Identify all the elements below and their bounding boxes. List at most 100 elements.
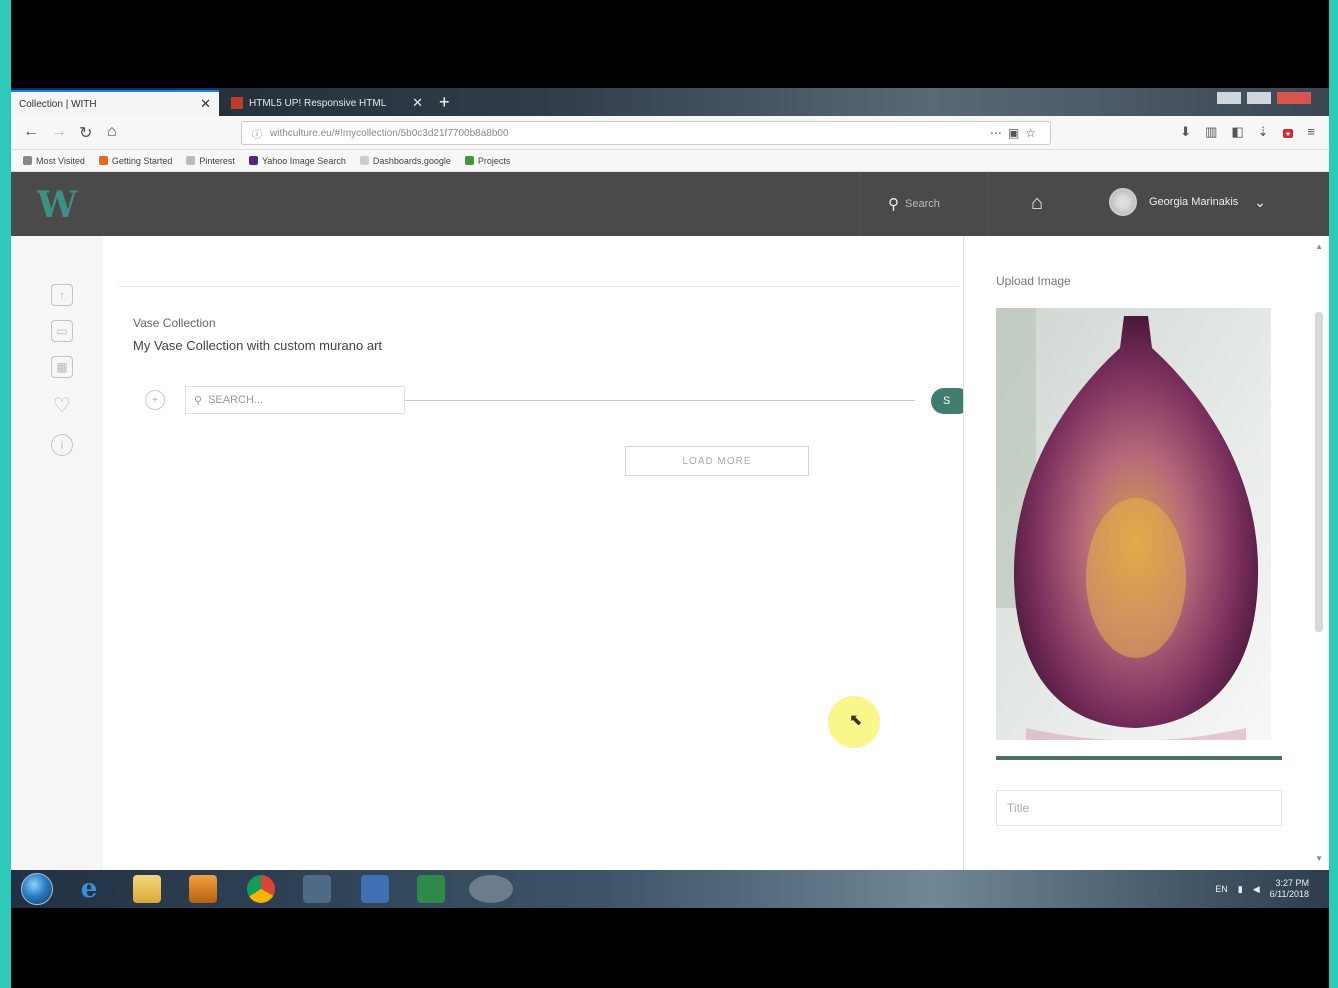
bookmark-label: Projects — [477, 155, 511, 166]
sidebar-item-upload-icon[interactable]: ↑ — [51, 284, 73, 306]
search-placeholder: SEARCH... — [208, 394, 264, 406]
extension-icon[interactable]: ⇣ — [1258, 124, 1269, 140]
library-icon[interactable]: ▥ — [1205, 124, 1217, 140]
bookmark-item[interactable]: Most Visited — [23, 156, 85, 166]
sidebar-icon[interactable]: ◧ — [1231, 124, 1243, 140]
sidebar-item-info-icon[interactable]: i — [51, 434, 73, 456]
tab-collection[interactable]: Collection | WITH ✕ — [11, 90, 219, 116]
main-content: Vase Collection My Vase Collection with … — [103, 236, 971, 870]
museum-icon[interactable]: ⌂ — [1031, 192, 1043, 215]
avatar — [1109, 188, 1137, 216]
bookmark-item[interactable]: Getting Started — [98, 155, 173, 166]
reload-icon[interactable]: ↻ — [79, 123, 92, 143]
sidebar: ↑ ▭ ▦ ♡ i — [11, 236, 103, 870]
upload-image-label: Upload Image — [996, 274, 1071, 288]
tab-title: Collection | WITH — [19, 98, 97, 110]
collection-search-input[interactable]: ⚲ SEARCH... — [185, 386, 405, 414]
mouse-cursor-icon: ⬉ — [849, 712, 863, 729]
tab-title: HTML5 UP! Responsive HTML — [249, 97, 387, 109]
collection-title: My Vase Collection with custom murano ar… — [133, 338, 383, 353]
scrollbar[interactable]: ▲ ▼ — [1315, 242, 1323, 863]
volume-icon[interactable]: ◀ — [1253, 884, 1260, 895]
sidebar-item-grid-icon[interactable]: ▦ — [51, 356, 73, 378]
sidebar-item-collection-icon[interactable]: ▭ — [51, 320, 73, 342]
media-player-icon[interactable] — [189, 875, 217, 903]
video-letterbox-top — [11, 0, 1329, 88]
uploaded-vase-image — [996, 308, 1271, 740]
back-arrow-icon[interactable]: ← — [23, 123, 39, 141]
browser-toolbar: ⬇ ▥ ◧ ⇣ ● ≡ — [1180, 124, 1315, 140]
title-placeholder: Title — [1007, 801, 1030, 815]
collection-label: Vase Collection — [133, 316, 216, 330]
scroll-down-icon[interactable]: ▼ — [1315, 854, 1323, 863]
clock-date: 6/11/2018 — [1269, 889, 1309, 899]
browser-tab-bar: Collection | WITH ✕ HTML5 UP! Responsive… — [11, 88, 1329, 116]
maximize-button[interactable] — [1247, 92, 1271, 104]
url-bar[interactable]: ⓘ withculture.eu/#!mycollection/5b0c3d21… — [241, 121, 1051, 145]
favicon-icon — [231, 97, 243, 109]
word-icon[interactable] — [361, 875, 389, 903]
user-name: Georgia Marinakis — [1149, 196, 1239, 208]
chrome-icon[interactable] — [247, 875, 275, 903]
bookmark-label: Getting Started — [111, 155, 173, 166]
app-header: W ⚲ Search ⌂ Georgia Marinakis ⌄ — [11, 172, 1329, 236]
bookmark-item[interactable]: Yahoo Image Search — [248, 156, 346, 166]
notification-icon[interactable]: ● — [1282, 124, 1294, 140]
header-search[interactable]: ⚲ Search — [859, 172, 989, 236]
bookmark-label: Dashboards.google — [372, 155, 451, 166]
window-controls — [1217, 92, 1311, 104]
info-icon[interactable]: ⓘ — [252, 126, 262, 141]
collection-search-row: + ⚲ SEARCH... — [133, 384, 933, 416]
search-icon: ⚲ — [888, 196, 899, 213]
home-icon[interactable]: ⌂ — [107, 123, 117, 141]
app-window: W ⚲ Search ⌂ Georgia Marinakis ⌄ ↑ ▭ ▦ ♡… — [11, 172, 1329, 870]
url-actions[interactable]: ⋯▣☆ — [990, 126, 1042, 140]
bookmark-item[interactable]: Pinterest — [186, 156, 235, 166]
bookmark-label: Most Visited — [36, 155, 85, 166]
divider — [405, 400, 915, 401]
firefox-icon[interactable] — [469, 875, 513, 903]
internet-explorer-icon[interactable]: e — [75, 875, 103, 903]
divider — [119, 286, 959, 287]
camtasia-icon[interactable] — [303, 875, 331, 903]
close-icon[interactable]: ✕ — [200, 96, 211, 112]
header-search-placeholder: Search — [905, 198, 940, 210]
scroll-thumb[interactable] — [1315, 312, 1323, 632]
bookmark-item[interactable]: Projects — [464, 155, 511, 166]
excel-icon[interactable] — [417, 875, 445, 903]
network-icon[interactable]: ▮ — [1238, 884, 1243, 895]
system-tray: EN ▮ ◀ 3:27 PM 6/11/2018 — [1215, 878, 1309, 900]
scroll-up-icon[interactable]: ▲ — [1315, 242, 1323, 251]
upload-panel: Upload Image Title ▲ ▼ — [963, 236, 1329, 870]
title-field[interactable]: Title — [996, 790, 1282, 826]
window-close-button[interactable] — [1277, 92, 1311, 104]
clock-time: 3:27 PM — [1275, 878, 1309, 888]
bookmark-item[interactable]: Dashboards.google — [359, 155, 451, 166]
with-logo[interactable]: W — [37, 184, 77, 226]
user-menu[interactable]: Georgia Marinakis ⌄ — [1109, 188, 1266, 216]
windows-taskbar: e EN ▮ ◀ 3:27 PM 6/11/2018 — [11, 870, 1329, 908]
clock[interactable]: 3:27 PM 6/11/2018 — [1270, 878, 1309, 900]
download-icon[interactable]: ⬇ — [1180, 124, 1191, 140]
load-more-button[interactable]: LOAD MORE — [625, 446, 809, 476]
file-explorer-icon[interactable] — [133, 875, 161, 903]
upload-progress-bar — [996, 756, 1282, 760]
tab-html5up[interactable]: HTML5 UP! Responsive HTML ✕ — [223, 90, 431, 116]
language-indicator[interactable]: EN — [1215, 884, 1228, 894]
sidebar-item-favorite-icon[interactable]: ♡ — [51, 394, 73, 417]
browser-nav-bar: ← → ↻ ⌂ ⓘ withculture.eu/#!mycollection/… — [11, 116, 1329, 150]
upload-progress-fill — [996, 756, 1282, 760]
bookmark-label: Pinterest — [199, 155, 235, 166]
url-text: withculture.eu/#!mycollection/5b0c3d21f7… — [270, 127, 509, 139]
start-button[interactable] — [21, 873, 53, 905]
close-icon[interactable]: ✕ — [412, 95, 423, 111]
bookmarks-bar: Most Visited Getting Started Pinterest Y… — [11, 150, 1329, 172]
search-icon: ⚲ — [194, 394, 203, 407]
filter-icon[interactable]: + — [145, 390, 165, 410]
forward-arrow-icon[interactable]: → — [51, 123, 67, 141]
chevron-down-icon: ⌄ — [1254, 193, 1266, 210]
new-tab-plus-icon[interactable]: + — [439, 92, 450, 113]
menu-icon[interactable]: ≡ — [1307, 124, 1315, 140]
minimize-button[interactable] — [1217, 92, 1241, 104]
video-letterbox-bottom — [11, 908, 1329, 988]
